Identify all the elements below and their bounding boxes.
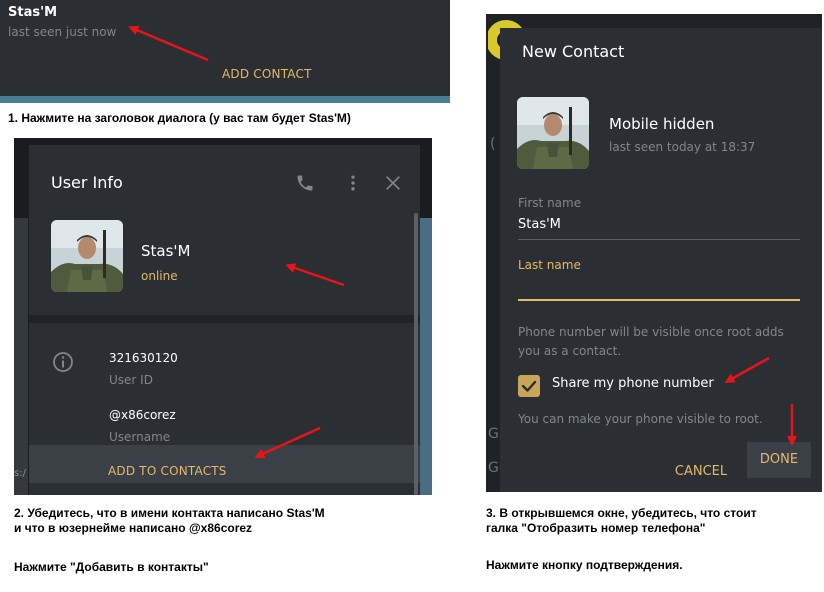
arrow-annotation — [254, 426, 321, 459]
arrow-annotation — [128, 25, 209, 62]
arrow-annotation — [724, 356, 770, 383]
arrow-annotation — [285, 263, 345, 287]
annotation-arrows — [128, 25, 797, 459]
